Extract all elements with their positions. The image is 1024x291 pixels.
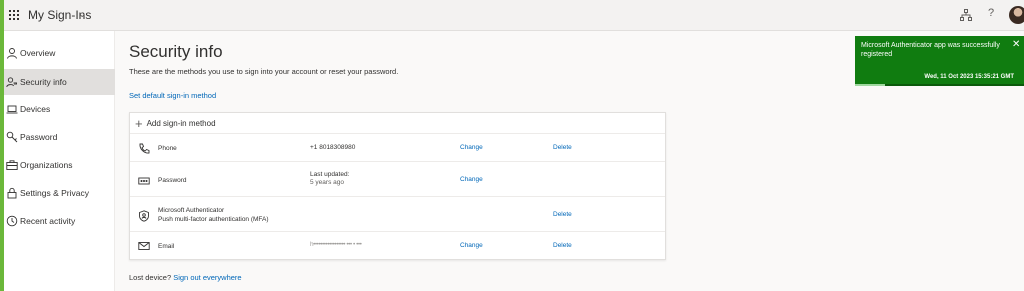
toast-progress-bar [855, 84, 886, 86]
password-icon [138, 174, 150, 186]
chevron-down-icon[interactable]: ⌄ [78, 9, 86, 20]
avatar[interactable] [1009, 6, 1024, 24]
sidebar-item-label: Settings & Privacy [20, 188, 89, 198]
security-info-icon [6, 76, 18, 88]
briefcase-icon [6, 159, 18, 171]
sidebar-item-organizations[interactable]: Organizations [4, 152, 115, 178]
sidebar-item-password[interactable]: Password [4, 124, 115, 150]
sign-out-everywhere-link[interactable]: Sign out everywhere [173, 273, 241, 282]
success-toast: Microsoft Authenticator app was successf… [855, 36, 1024, 86]
sidebar-item-security-info[interactable]: Security info [4, 69, 115, 95]
change-phone-link[interactable]: Change [460, 144, 483, 151]
sidebar-item-label: Password [20, 132, 58, 142]
sidebar-item-label: Recent activity [20, 216, 76, 226]
method-detail: Last updated: 5 years ago [310, 171, 349, 187]
method-name: Password [158, 177, 187, 184]
close-icon[interactable]: ✕ [1012, 40, 1020, 50]
authenticator-icon [138, 209, 150, 222]
sidebar-item-overview[interactable]: Overview [4, 40, 115, 66]
method-name: Phone [158, 145, 177, 152]
toast-timestamp: Wed, 11 Oct 2023 15:35:21 GMT [924, 74, 1014, 80]
add-method-button[interactable]: + Add sign-in method [130, 113, 665, 134]
method-row-phone: Phone +1 8018308980 Change Delete [130, 134, 665, 162]
key-icon [6, 131, 18, 143]
change-email-link[interactable]: Change [460, 242, 483, 249]
laptop-icon [6, 103, 18, 115]
sidebar-item-label: Organizations [20, 160, 73, 170]
method-row-email: Email h•••••••••••••••••• ••• • ••• Chan… [130, 232, 665, 260]
sidebar-item-recent-activity[interactable]: Recent activity [4, 208, 115, 234]
authenticator-subtitle: Push multi-factor authentication (MFA) [158, 216, 269, 223]
sidebar-item-label: Devices [20, 104, 51, 114]
authenticator-name: Microsoft Authenticator [158, 207, 225, 214]
last-updated-value: 5 years ago [310, 179, 344, 186]
method-detail: +1 8018308980 [310, 144, 356, 151]
method-name: Microsoft Authenticator Push multi-facto… [158, 206, 269, 224]
lock-icon [6, 187, 18, 199]
delete-authenticator-link[interactable]: Delete [553, 211, 572, 218]
lost-device-row: Lost device? Sign out everywhere [129, 273, 242, 282]
top-header: My Sign-Ins ⌄ ? [4, 0, 1024, 31]
method-row-password: Password Last updated: 5 years ago Chang… [130, 162, 665, 197]
plus-icon: + [135, 115, 143, 131]
sidebar-item-devices[interactable]: Devices [4, 96, 115, 122]
email-address-redacted: h•••••••••••••••••• ••• • ••• [310, 241, 362, 248]
set-default-method-link[interactable]: Set default sign-in method [129, 91, 216, 100]
page-description: These are the methods you use to sign in… [129, 67, 399, 76]
toast-message: Microsoft Authenticator app was successf… [861, 42, 1000, 58]
methods-card: + Add sign-in method Phone +1 8018308980… [129, 112, 666, 260]
sidebar: Overview Security info Devices Password … [4, 31, 115, 291]
app-launcher-icon[interactable] [9, 10, 19, 20]
sidebar-item-settings-privacy[interactable]: Settings & Privacy [4, 180, 115, 206]
page-title: Security info [129, 42, 223, 61]
change-password-link[interactable]: Change [460, 176, 483, 183]
email-icon [138, 239, 150, 251]
lost-device-label: Lost device? [129, 273, 172, 282]
last-updated-label: Last updated: [310, 171, 350, 178]
person-icon [6, 47, 18, 59]
history-icon [6, 215, 18, 227]
method-name: Email [158, 243, 175, 250]
help-icon[interactable]: ? [988, 7, 994, 19]
delete-phone-link[interactable]: Delete [553, 144, 572, 151]
sidebar-item-label: Security info [20, 77, 67, 87]
add-method-label: Add sign-in method [146, 118, 216, 128]
delete-email-link[interactable]: Delete [553, 242, 572, 249]
method-row-authenticator: Microsoft Authenticator Push multi-facto… [130, 197, 665, 232]
phone-icon [138, 142, 150, 154]
org-icon[interactable] [960, 9, 972, 21]
sidebar-item-label: Overview [20, 48, 56, 58]
